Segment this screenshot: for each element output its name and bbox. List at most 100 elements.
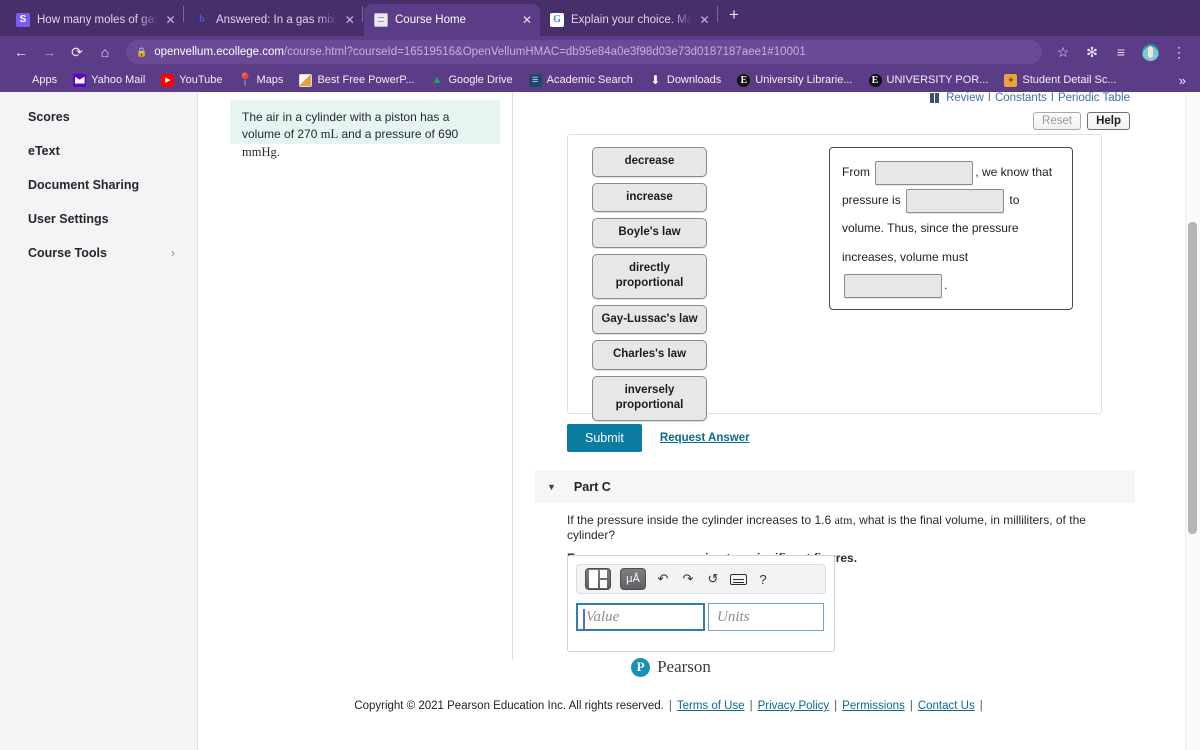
sidebar-item-scores[interactable]: Scores xyxy=(0,100,197,134)
course-sidebar: Scores eText Document Sharing User Setti… xyxy=(0,92,198,750)
review-link[interactable]: Review xyxy=(946,92,984,104)
tile-charless-law[interactable]: Charles's law xyxy=(592,340,707,370)
close-icon[interactable]: ✕ xyxy=(165,13,176,27)
drop-slot-1[interactable] xyxy=(875,160,974,185)
lock-icon: 🔒 xyxy=(136,46,148,57)
tile-decrease[interactable]: decrease xyxy=(592,147,707,177)
bookmark-label: UNIVERSITY POR... xyxy=(886,74,989,86)
math-template-icon[interactable] xyxy=(585,568,611,590)
undo-icon[interactable]: ↶ xyxy=(655,571,671,587)
browser-tab-3-active[interactable]: Course Home ✕ xyxy=(364,4,540,36)
help-icon[interactable]: ? xyxy=(755,572,771,587)
periodic-table-link[interactable]: Periodic Table xyxy=(1058,92,1130,104)
browser-tab-2[interactable]: b Answered: In a gas mixture, the ✕ xyxy=(185,4,361,36)
problem-text-part2: and a pressure of xyxy=(338,127,439,142)
keyboard-icon[interactable] xyxy=(730,573,747,585)
tile-inversely-proportional[interactable]: inversely proportional xyxy=(592,375,707,421)
drag-drop-area[interactable]: decrease increase Boyle's law directly p… xyxy=(567,134,1102,421)
contact-us-link[interactable]: Contact Us xyxy=(918,700,975,712)
close-icon[interactable]: ✕ xyxy=(520,13,534,27)
tab-title: How many moles of gas are in xyxy=(37,14,159,26)
content-divider xyxy=(512,92,513,660)
reading-list-icon[interactable]: ≡ xyxy=(1108,40,1134,64)
divider: | xyxy=(749,700,753,712)
browser-tab-1[interactable]: S How many moles of gas are in ✕ xyxy=(6,4,182,36)
pearson-branding: P Pearson xyxy=(198,657,1144,677)
bookmark-yahoo-mail[interactable]: Yahoo Mail xyxy=(65,73,153,87)
sidebar-item-course-tools[interactable]: Course Tools › xyxy=(0,236,197,270)
profile-avatar[interactable] xyxy=(1137,40,1163,64)
browser-scrollbar-thumb[interactable] xyxy=(1188,222,1197,534)
bookmark-label: Apps xyxy=(32,74,58,86)
tile-gay-lussacs-law[interactable]: Gay-Lussac's law xyxy=(592,304,707,335)
problem-statement: The air in a cylinder with a piston has … xyxy=(230,100,500,159)
part-c-header[interactable]: ▼ Part C xyxy=(535,470,1135,503)
url-path: /course.html?courseId=16519516&OpenVellu… xyxy=(284,46,806,58)
close-icon[interactable]: ✕ xyxy=(344,13,355,27)
help-button[interactable]: Help xyxy=(1087,112,1130,130)
bookmark-star-icon[interactable]: ☆ xyxy=(1050,40,1076,64)
bookmark-maps[interactable]: 📍 Maps xyxy=(231,72,292,87)
tile-directly-proportional[interactable]: directly proportional xyxy=(592,253,707,299)
drop-slot-3[interactable] xyxy=(844,273,942,298)
bookmark-label: Best Free PowerP... xyxy=(317,74,415,86)
footer-copyright: Copyright © 2021 Pearson Education Inc. … xyxy=(198,700,1144,712)
submit-row: Submit Request Answer xyxy=(567,424,750,452)
youtube-icon: ▶ xyxy=(161,73,175,87)
bookmark-google-drive[interactable]: ▲ Google Drive xyxy=(422,74,520,87)
divider: | xyxy=(979,700,983,712)
bookmark-apps[interactable]: Apps xyxy=(6,74,65,87)
browser-menu-icon[interactable]: ⋮ xyxy=(1166,40,1192,64)
chevron-down-icon[interactable]: ▼ xyxy=(547,482,556,492)
tab-title: Answered: In a gas mixture, the xyxy=(216,14,338,26)
pearson-brand-name: Pearson xyxy=(657,657,711,676)
drop-slot-2[interactable] xyxy=(906,189,1005,214)
units-icon[interactable]: μÅ xyxy=(620,568,646,590)
math-toolbar: μÅ ↶ ↷ ↺ ? xyxy=(576,564,826,594)
constants-link[interactable]: Constants xyxy=(995,92,1047,104)
sidebar-item-document-sharing[interactable]: Document Sharing xyxy=(0,168,197,202)
bookmark-student-detail[interactable]: ✦ Student Detail Sc... xyxy=(996,73,1124,87)
close-icon[interactable]: ✕ xyxy=(699,13,710,27)
yahoo-mail-icon xyxy=(73,73,87,87)
divider: | xyxy=(668,700,672,712)
stackoverflow-favicon: S xyxy=(16,13,30,27)
course-favicon xyxy=(374,13,388,27)
privacy-policy-link[interactable]: Privacy Policy xyxy=(758,700,830,712)
address-bar[interactable]: 🔒 openvellum.ecollege.com/course.html?co… xyxy=(126,40,1042,64)
reset-icon[interactable]: ↺ xyxy=(705,571,721,587)
bookmark-youtube[interactable]: ▶ YouTube xyxy=(153,73,230,87)
request-answer-link[interactable]: Request Answer xyxy=(660,432,750,444)
bookmarks-overflow-icon[interactable]: » xyxy=(1171,73,1194,88)
tab-separator xyxy=(362,6,363,22)
submit-button[interactable]: Submit xyxy=(567,424,642,452)
link-separator: I xyxy=(1050,92,1054,104)
link-separator: I xyxy=(987,92,991,104)
reload-icon[interactable]: ⟳ xyxy=(64,40,90,64)
bookmark-downloads[interactable]: ⬇ Downloads xyxy=(641,73,729,87)
bookmark-university-portal[interactable]: E UNIVERSITY POR... xyxy=(861,73,997,87)
copyright-text: Copyright © 2021 Pearson Education Inc. … xyxy=(354,700,664,712)
browser-tab-4[interactable]: G Explain your choice. Match the ✕ xyxy=(540,4,716,36)
reset-button[interactable]: Reset xyxy=(1033,112,1082,130)
sidebar-item-user-settings[interactable]: User Settings xyxy=(0,202,197,236)
terms-of-use-link[interactable]: Terms of Use xyxy=(677,700,745,712)
bookmark-university-libraries[interactable]: E University Librarie... xyxy=(729,73,860,87)
sidebar-item-etext[interactable]: eText xyxy=(0,134,197,168)
tile-increase[interactable]: increase xyxy=(592,182,707,213)
bookmarks-bar: Apps Yahoo Mail ▶ YouTube 📍 Maps Best Fr… xyxy=(0,68,1200,92)
bookmark-academic-search[interactable]: ☰ Academic Search xyxy=(521,73,641,87)
home-icon[interactable]: ⌂ xyxy=(92,40,118,64)
question-prompt-pre: If the pressure inside the cylinder incr… xyxy=(567,513,835,527)
back-icon[interactable]: ← xyxy=(8,40,34,64)
new-tab-button[interactable]: + xyxy=(719,5,749,31)
tile-boyles-law[interactable]: Boyle's law xyxy=(592,218,707,248)
extensions-icon[interactable]: ✻ xyxy=(1079,40,1105,64)
units-input[interactable]: Units xyxy=(708,603,824,631)
permissions-link[interactable]: Permissions xyxy=(842,700,905,712)
value-input[interactable]: Value xyxy=(576,603,705,631)
redo-icon[interactable]: ↷ xyxy=(680,571,696,587)
answer-entry-box: μÅ ↶ ↷ ↺ ? Value Units xyxy=(567,555,835,652)
bookmark-powerpoint[interactable]: Best Free PowerP... xyxy=(291,73,422,87)
forward-icon[interactable]: → xyxy=(36,40,62,64)
